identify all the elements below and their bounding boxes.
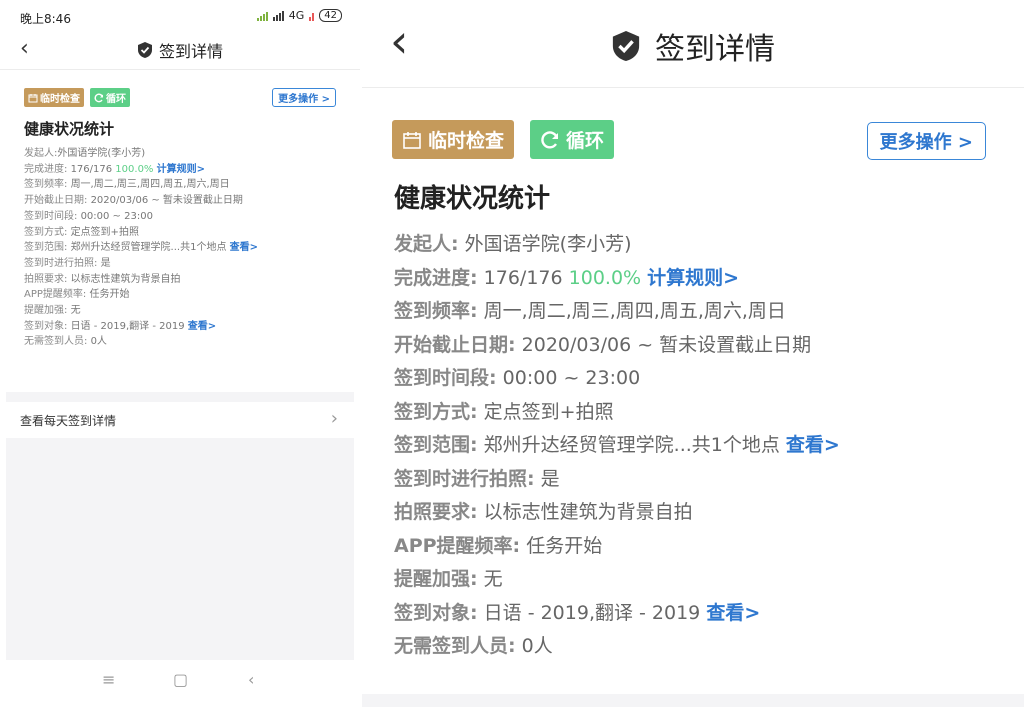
zoom-info-method: 签到方式: 定点签到+拍照 [394, 400, 614, 423]
home-icon[interactable]: ▢ [173, 670, 188, 689]
system-back-icon[interactable]: ‹ [248, 670, 254, 689]
zoom-progress-percent: 100.0% [568, 266, 642, 289]
info-method: 签到方式: 定点签到+拍照 [24, 226, 139, 238]
screen: 晚上8:46 4G 42 ‹ 签到详情 临时检查 循环 更多操作 > 健康状况统… [0, 0, 1024, 707]
info-targets: 签到对象: 日语 - 2019,翻译 - 2019 查看> [24, 320, 217, 332]
tag-group: 临时检查 循环 [24, 88, 130, 107]
zoom-more-actions-button[interactable]: 更多操作 > [866, 122, 986, 160]
refresh-icon [94, 93, 104, 102]
zoom-info-scope: 签到范围: 郑州升达经贸管理学院...共1个地点 查看> [394, 434, 840, 456]
info-initiator: 发起人:外国语学院(李小芳) [24, 148, 146, 159]
zoom-info-photo-requirement: 拍照要求: 以标志性建筑为背景自拍 [394, 501, 693, 523]
zoom-info-list: 发起人: 外国语学院(李小芳) 完成进度: 176/176 100.0% 计算规… [394, 228, 840, 664]
zoom-info-date-range: 开始截止日期: 2020/03/06 ~ 暂未设置截止日期 [394, 333, 812, 356]
zoomed-view: ‹ 签到详情 临时检查 循环 更多操作 > 健康状况统计 发起人: 外国语学院( [362, 0, 1024, 707]
info-list: 发起人:外国语学院(李小芳) 完成进度: 176/176 100.0% 计算规则… [24, 146, 258, 350]
zoom-info-exempt: 无需签到人员: 0人 [394, 635, 553, 657]
zoom-scope-view-link[interactable]: 查看> [786, 434, 840, 456]
task-card: 临时检查 循环 更多操作 > 健康状况统计 发起人:外国语学院(李小芳) 完成进… [6, 76, 354, 390]
zoom-nav-title: 签到详情 [362, 24, 1024, 68]
info-exempt: 无需签到人员: 0人 [24, 336, 107, 348]
calendar-icon [28, 93, 38, 102]
info-reminder-boost: 提醒加强: 无 [24, 305, 81, 317]
more-actions-button[interactable]: 更多操作 > [272, 88, 336, 107]
zoom-info-progress: 完成进度: 176/176 100.0% 计算规则> [394, 266, 740, 289]
zoom-loop-tag: 循环 [530, 120, 615, 159]
status-time: 晚上8:46 [20, 12, 71, 26]
zoom-info-photo-on-signin: 签到时进行拍照: 是 [394, 467, 560, 490]
temp-check-tag: 临时检查 [24, 88, 84, 107]
menu-icon[interactable]: ≡ [102, 670, 115, 689]
loop-tag: 循环 [90, 88, 130, 107]
shield-check-icon [137, 42, 152, 58]
targets-view-link[interactable]: 查看> [188, 321, 216, 332]
zoom-tag-group: 临时检查 循环 [392, 120, 615, 159]
zoom-temp-check-tag: 临时检查 [392, 120, 515, 159]
zoom-page-title: 签到详情 [655, 32, 775, 67]
zoom-gray-strip [362, 694, 1024, 707]
daily-details-label: 查看每天签到详情 [20, 414, 117, 428]
status-icons: 4G 42 [256, 9, 342, 22]
info-photo-on-signin: 签到时进行拍照: 是 [24, 257, 111, 269]
zoom-task-title: 健康状况统计 [394, 184, 551, 214]
signal-icon [256, 10, 268, 21]
signal-weak-icon [309, 10, 315, 21]
zoom-info-time-range: 签到时间段: 00:00 ~ 23:00 [394, 367, 641, 389]
phone-screenshot: 晚上8:46 4G 42 ‹ 签到详情 临时检查 循环 更多操作 > 健康状况统… [0, 0, 360, 707]
zoom-info-frequency: 签到频率: 周一,周二,周三,周四,周五,周六,周日 [394, 300, 786, 322]
battery-icon: 42 [319, 9, 342, 22]
refresh-icon [541, 130, 559, 148]
calendar-icon [403, 131, 421, 149]
nav-bar: ‹ 签到详情 [0, 30, 360, 70]
task-title: 健康状况统计 [24, 120, 115, 138]
info-scope: 签到范围: 郑州升达经贸管理学院...共1个地点 查看> [24, 242, 259, 254]
zoom-calc-rule-link[interactable]: 计算规则> [647, 267, 739, 289]
info-date-range: 开始截止日期: 2020/03/06 ~ 暂未设置截止日期 [24, 195, 243, 207]
info-frequency: 签到频率: 周一,周二,周三,周四,周五,周六,周日 [24, 179, 230, 191]
calc-rule-link[interactable]: 计算规则> [157, 164, 205, 175]
zoom-info-targets: 签到对象: 日语 - 2019,翻译 - 2019 查看> [394, 601, 761, 624]
info-time-range: 签到时间段: 00:00 ~ 23:00 [24, 210, 153, 222]
zoom-nav-bar: ‹ 签到详情 [362, 0, 1024, 88]
system-nav-bar: ≡ ▢ ‹ [0, 660, 360, 707]
page-title: 签到详情 [158, 42, 223, 61]
zoom-targets-view-link[interactable]: 查看> [706, 602, 760, 624]
scope-view-link[interactable]: 查看> [230, 242, 258, 253]
info-progress: 完成进度: 176/176 100.0% 计算规则> [24, 163, 206, 175]
daily-details-row[interactable]: 查看每天签到详情 › [6, 402, 354, 438]
shield-check-icon [612, 31, 640, 61]
zoom-info-reminder-boost: 提醒加强: 无 [394, 568, 503, 590]
info-app-reminder: APP提醒频率: 任务开始 [24, 289, 130, 301]
signal-hd-icon [272, 10, 284, 21]
info-photo-requirement: 拍照要求: 以标志性建筑为背景自拍 [24, 273, 181, 285]
zoom-info-initiator: 发起人: 外国语学院(李小芳) [394, 233, 632, 255]
nav-title: 签到详情 [0, 38, 360, 62]
zoom-info-app-reminder: APP提醒频率: 任务开始 [394, 534, 603, 557]
progress-percent: 100.0% [115, 163, 154, 175]
chevron-right-icon: › [330, 408, 338, 429]
network-type: 4G [288, 9, 305, 22]
status-bar: 晚上8:46 4G 42 [0, 0, 360, 30]
